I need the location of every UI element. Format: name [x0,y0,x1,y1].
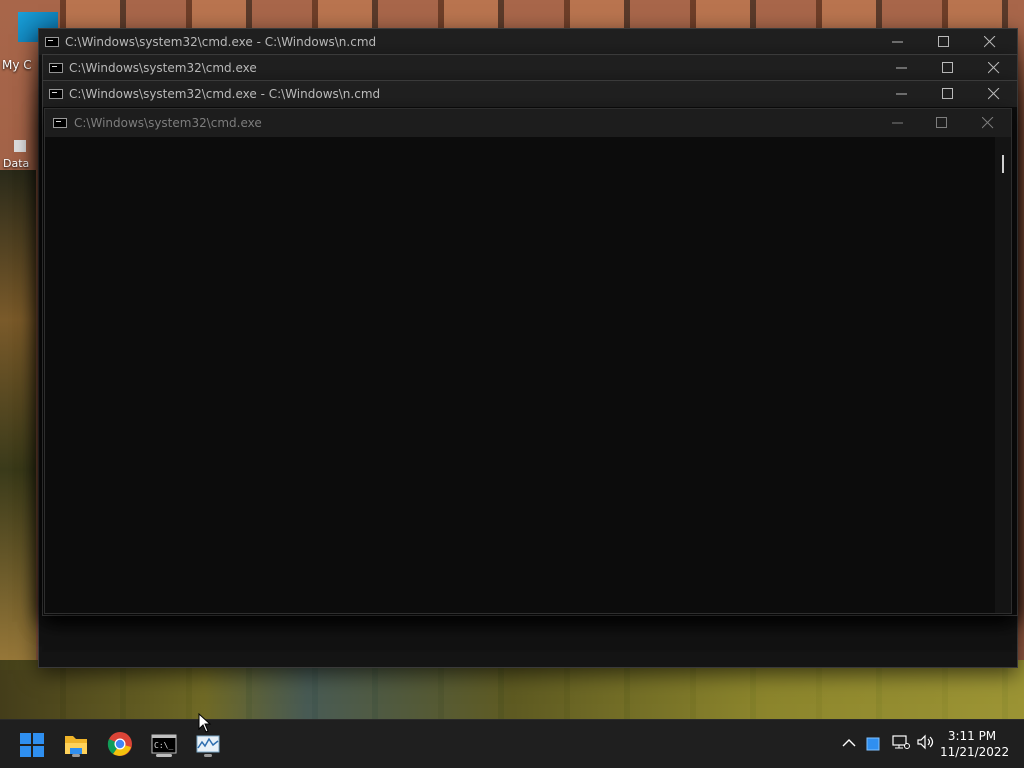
window-title: C:\Windows\system32\cmd.exe - C:\Windows… [69,87,381,101]
tray-app-button[interactable] [866,736,880,755]
window-titlebar[interactable]: C:\Windows\system32\cmd.exe - C:\Windows… [43,81,1017,107]
speaker-icon [917,734,934,750]
maximize-icon [942,88,953,99]
window-title: C:\Windows\system32\cmd.exe [74,116,262,130]
mouse-cursor [198,712,212,737]
minimize-icon [892,41,903,43]
maximize-button[interactable] [919,109,965,137]
show-hidden-icons-button[interactable] [842,735,856,754]
close-icon [984,36,996,48]
window-title: C:\Windows\system32\cmd.exe [69,61,257,75]
desktop-icon-label-my-computer: My C [2,58,32,72]
clock-time: 3:11 PM [947,729,997,743]
chrome-icon [107,732,132,756]
taskbar: C:\_ 3:11 PM 11/21/2022 [0,719,1024,768]
minimize-icon [896,67,907,69]
shortcut-icon [14,140,26,152]
running-indicator-active [156,754,172,757]
cmd-icon [45,37,59,47]
window-titlebar[interactable]: C:\Windows\system32\cmd.exe [43,55,1017,81]
cmd-icon [53,118,67,128]
maximize-icon [936,117,947,128]
console-scrollbar[interactable] [995,137,1011,613]
chrome-button[interactable] [104,728,136,760]
minimize-button[interactable] [879,55,925,81]
close-icon [988,88,1000,100]
window-title: C:\Windows\system32\cmd.exe - C:\Windows… [65,35,377,49]
console-area[interactable] [45,137,1011,613]
minimize-icon [892,122,903,124]
window-titlebar[interactable]: C:\Windows\system32\cmd.exe - C:\Windows… [39,29,1017,55]
close-button[interactable] [967,29,1013,55]
close-button[interactable] [965,109,1011,137]
command-prompt-button[interactable]: C:\_ [148,728,180,760]
desktop-icon-label-data: Data [3,157,30,170]
volume-button[interactable] [916,734,936,754]
start-icon [20,733,44,757]
maximize-button[interactable] [925,81,971,107]
chevron-up-icon [842,739,856,747]
running-indicator [204,754,212,757]
desktop-icon-data[interactable] [14,140,26,152]
network-button[interactable] [892,734,910,754]
minimize-button[interactable] [879,81,925,107]
wallpaper-detail-bottom [0,660,1024,720]
clock[interactable]: 3:11 PM 11/21/2022 [940,728,1010,760]
close-icon [982,117,994,129]
maximize-button[interactable] [921,29,967,55]
close-icon [988,62,1000,74]
maximize-icon [938,36,949,47]
start-button[interactable] [16,728,48,760]
cmd-window-4[interactable]: C:\Windows\system32\cmd.exe [44,108,1012,614]
wallpaper-detail-left [0,170,36,670]
text-caret [1002,155,1004,173]
close-button[interactable] [971,55,1017,81]
cmd-icon [49,63,63,73]
window-titlebar[interactable]: C:\Windows\system32\cmd.exe [45,109,1011,137]
maximize-button[interactable] [925,55,971,81]
tray-app-icon [866,737,880,751]
maximize-icon [942,62,953,73]
clock-date: 11/21/2022 [940,745,1010,759]
svg-text:C:\_: C:\_ [154,741,173,750]
pointer-icon [198,712,212,733]
minimize-button[interactable] [875,29,921,55]
network-icon [892,735,910,749]
cmd-icon [49,89,63,99]
minimize-icon [896,93,907,95]
close-button[interactable] [971,81,1017,107]
running-indicator [72,754,80,757]
minimize-button[interactable] [875,109,921,137]
file-explorer-button[interactable] [60,728,92,760]
